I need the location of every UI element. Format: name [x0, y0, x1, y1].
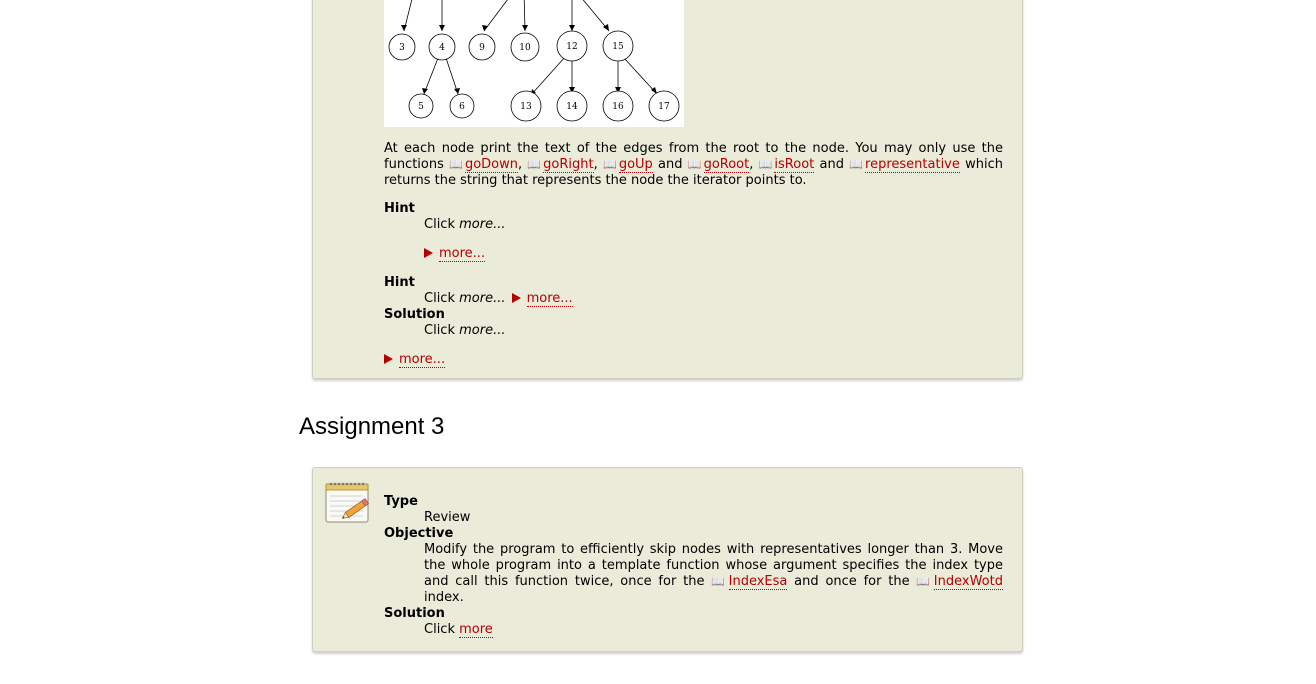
objective-text: Modify the program to efficiently skip n… — [424, 542, 1003, 606]
book-icon: 📖 — [449, 158, 464, 171]
separator: , — [517, 157, 528, 172]
book-icon: 📖 — [916, 575, 932, 588]
suffix-tree-figure: 3 4 9 10 12 15 5 6 13 14 16 17 — [384, 0, 684, 127]
hint-2-more-text: more... — [459, 291, 506, 306]
link-goRight[interactable]: goRight — [543, 157, 594, 173]
assignment-2-content: At each node print the text of the edges… — [384, 141, 1003, 368]
separator: , — [593, 157, 603, 172]
assignment-2-box: 3 4 9 10 12 15 5 6 13 14 16 17 At each n… — [312, 0, 1023, 379]
book-icon: 📖 — [849, 158, 864, 171]
solution-label: Solution — [384, 606, 445, 621]
conjunction: and — [814, 157, 850, 172]
assignment-3-box: Type Review Objective Modify the program… — [312, 467, 1023, 652]
link-IndexEsa[interactable]: IndexEsa — [728, 574, 788, 590]
page: 3 4 9 10 12 15 5 6 13 14 16 17 At each n… — [0, 0, 1316, 684]
conjunction: and — [652, 157, 688, 172]
tree-node-label: 16 — [612, 102, 624, 112]
solution-more-link[interactable]: more — [459, 622, 493, 638]
objective-text-part: and once for the — [787, 574, 917, 589]
type-value: Review — [424, 510, 471, 525]
solution-more-text: more... — [459, 323, 506, 338]
link-representative[interactable]: representative — [865, 157, 960, 173]
link-IndexWotd[interactable]: IndexWotd — [933, 574, 1003, 590]
hint-1-more-link[interactable]: more... — [439, 246, 486, 262]
solution-toggle[interactable]: more... — [384, 352, 1003, 368]
book-icon: 📖 — [758, 158, 774, 171]
triangle-right-icon — [424, 248, 433, 258]
book-icon: 📖 — [711, 575, 727, 588]
tree-node-label: 17 — [658, 102, 670, 112]
triangle-right-icon — [384, 354, 393, 364]
objective-body: Modify the program to efficiently skip n… — [384, 542, 1003, 606]
solution-click-text: Click — [424, 323, 460, 338]
link-goUp[interactable]: goUp — [618, 157, 653, 173]
link-isRoot[interactable]: isRoot — [774, 157, 815, 173]
solution-body: Click more... — [384, 323, 1003, 339]
tree-node-label: 13 — [520, 102, 532, 112]
assignment-3-content: Type Review Objective Modify the program… — [384, 494, 1003, 638]
tree-node-label: 5 — [418, 102, 424, 112]
assignment-3-heading: Assignment 3 — [299, 413, 445, 440]
type-label: Type — [384, 494, 418, 509]
hint-1-body: Click more... — [384, 217, 1003, 233]
solution-click-text: Click — [424, 622, 460, 637]
solution-more-link[interactable]: more... — [399, 352, 446, 368]
tree-node-label: 6 — [459, 102, 465, 112]
hint-2-click-text: Click — [424, 291, 460, 306]
assignment-2-description: At each node print the text of the edges… — [384, 141, 1003, 189]
hint-1-click-text: Click — [424, 217, 460, 232]
hint-1-toggle[interactable]: more... — [384, 246, 1003, 262]
hint-1-more-text: more... — [459, 217, 506, 232]
objective-label: Objective — [384, 526, 454, 541]
tree-node-label: 3 — [399, 43, 405, 53]
book-icon: 📖 — [603, 158, 618, 171]
hint-2-label: Hint — [384, 275, 415, 290]
tree-node-label: 12 — [566, 42, 577, 52]
hint-2-body: Click more... more... — [384, 291, 1003, 307]
tree-diagram: 3 4 9 10 12 15 5 6 13 14 16 17 — [388, 0, 680, 122]
tree-node-label: 10 — [519, 43, 531, 53]
book-icon: 📖 — [527, 158, 542, 171]
tree-node-label: 9 — [479, 43, 485, 53]
tree-node-label: 4 — [439, 43, 445, 53]
book-icon: 📖 — [687, 158, 703, 171]
link-goRoot[interactable]: goRoot — [703, 157, 750, 173]
separator: , — [749, 157, 759, 172]
solution-label: Solution — [384, 307, 445, 322]
hint-1-label: Hint — [384, 201, 415, 216]
tree-node-label: 15 — [612, 42, 624, 52]
notepad-pencil-icon — [325, 480, 371, 524]
objective-text-part: index. — [424, 590, 464, 605]
triangle-right-icon — [511, 293, 521, 303]
solution-body: Click more — [384, 622, 1003, 638]
link-goDown[interactable]: goDown — [464, 157, 518, 173]
hint-2-more-link[interactable]: more... — [526, 291, 573, 307]
tree-node-label: 14 — [566, 102, 578, 112]
